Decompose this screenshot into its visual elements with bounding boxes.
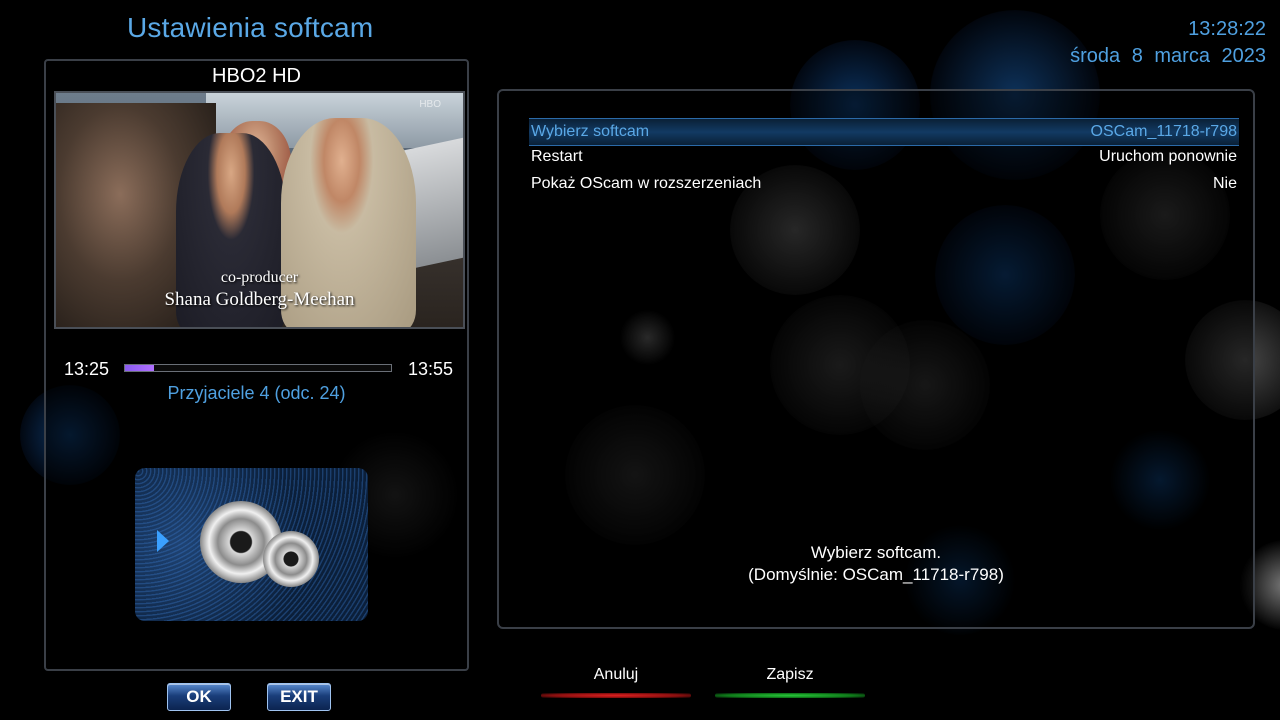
channel-watermark: HBO [419, 99, 441, 110]
ok-button[interactable]: OK [167, 683, 231, 711]
gear-icon [263, 531, 319, 587]
program-progress-bar [124, 364, 392, 372]
menu-item-label: Wybierz softcam [531, 123, 650, 140]
program-progress-fill [125, 365, 155, 371]
menu-item-label: Restart [531, 148, 583, 165]
clock: 13:28:22 [1188, 18, 1266, 40]
date: środa 8 marca 2023 [1070, 45, 1266, 67]
exit-button[interactable]: EXIT [267, 683, 331, 711]
save-button[interactable]: Zapisz [715, 666, 865, 684]
program-end-time: 13:55 [407, 359, 453, 379]
settings-panel: Wybierz softcam OSCam_11718-r798 Restart… [497, 89, 1255, 629]
menu-item-select-softcam[interactable]: Wybierz softcam OSCam_11718-r798 [529, 118, 1239, 146]
program-start-time: 13:25 [64, 359, 110, 379]
video-preview: HBO co-producer Shana Goldberg-Meehan [54, 91, 465, 329]
preview-panel: HBO2 HD HBO co-producer Shana Goldberg-M… [44, 59, 469, 671]
menu-item-value: OSCam_11718-r798 [1090, 123, 1237, 140]
page-title: Ustawienia softcam [127, 12, 374, 43]
green-key-indicator [715, 693, 865, 698]
channel-name: HBO2 HD [212, 65, 301, 87]
cancel-button[interactable]: Anuluj [541, 666, 691, 684]
menu-item-value: Nie [1212, 175, 1237, 192]
menu-item-show-oscam-extensions[interactable]: Pokaż OScam w rozszerzeniach Nie [529, 171, 1239, 197]
help-line: (Domyślnie: OSCam_11718-r798) [748, 565, 1004, 584]
menu-item-restart[interactable]: Restart Uruchom ponownie [529, 144, 1239, 170]
arrow-right-icon [157, 530, 169, 552]
help-line: Wybierz softcam. [810, 543, 942, 562]
menu-item-value: Uruchom ponownie [1099, 148, 1237, 165]
video-caption-name: Shana Goldberg-Meehan [164, 289, 355, 310]
menu-item-label: Pokaż OScam w rozszerzeniach [531, 175, 762, 192]
help-text: Wybierz softcam. (Domyślnie: OSCam_11718… [499, 542, 1253, 586]
video-caption-role: co-producer [220, 269, 299, 286]
softcam-plugin-image [135, 468, 368, 621]
red-key-indicator [541, 693, 691, 698]
program-title: Przyjaciele 4 (odc. 24) [167, 383, 346, 403]
